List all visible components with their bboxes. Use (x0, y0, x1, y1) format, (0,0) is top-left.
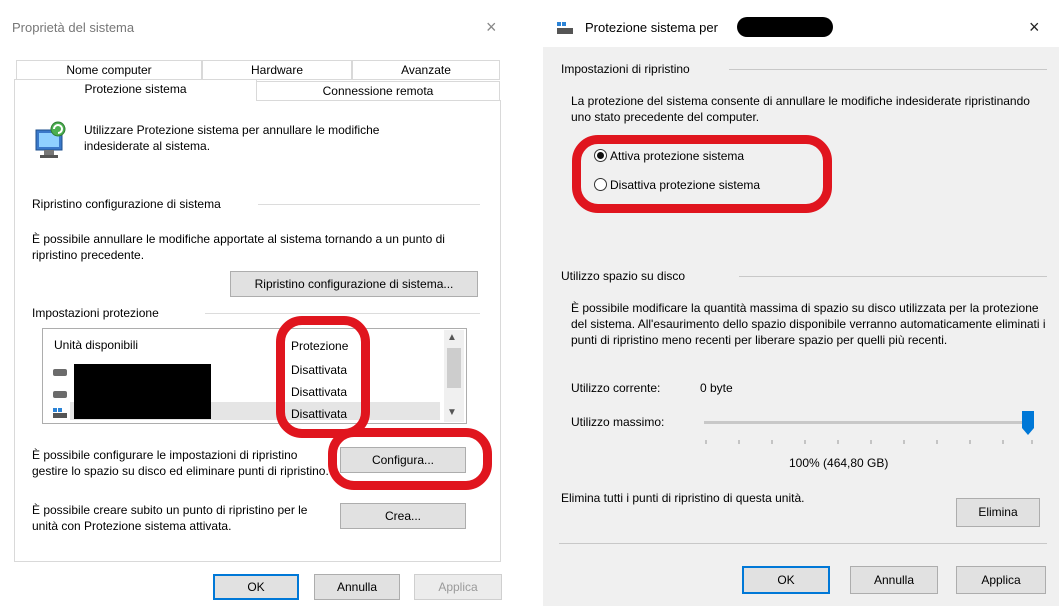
max-usage-value: 100% (464,80 GB) (789, 456, 889, 470)
windows-drive-icon (53, 407, 67, 418)
max-usage-label: Utilizzo massimo: (571, 415, 665, 429)
create-button[interactable]: Crea... (340, 503, 466, 529)
system-properties-window: Proprietà del sistema × Nome computer Ha… (0, 0, 513, 606)
system-protection-dialog: Protezione sistema per × Impostazioni di… (543, 0, 1059, 606)
drive-icon (53, 369, 67, 376)
disk-usage-divider (739, 276, 1047, 277)
protection-column-header: Protezione (291, 339, 349, 353)
configure-button[interactable]: Configura... (340, 447, 466, 473)
delete-button[interactable]: Elimina (956, 498, 1040, 527)
redacted-drive-names (74, 364, 211, 419)
enable-protection-label[interactable]: Attiva protezione sistema (610, 148, 744, 164)
cancel-button[interactable]: Annulla (314, 574, 400, 600)
apply-button[interactable]: Applica (956, 566, 1046, 594)
ok-button[interactable]: OK (213, 574, 299, 600)
max-usage-slider-thumb[interactable] (1022, 411, 1034, 435)
close-icon[interactable]: × (486, 18, 497, 36)
tab-advanced[interactable]: Avanzate (352, 60, 500, 80)
configure-description: È possibile configurare le impostazioni … (32, 448, 329, 478)
delete-description: Elimina tutti i punti di ripristino di q… (561, 491, 805, 505)
redacted-drive-name (737, 17, 833, 37)
create-description: È possibile creare subito un punto di ri… (32, 503, 308, 533)
drive-protection-status: Disattivata (291, 363, 348, 377)
footer-divider (559, 543, 1047, 544)
scroll-thumb[interactable] (447, 348, 461, 388)
restore-settings-label: Impostazioni di ripristino (561, 62, 690, 76)
drives-column-header: Unità disponibili (54, 338, 139, 352)
restore-description: È possibile annullare le modifiche appor… (32, 232, 445, 262)
tab-remote-connection[interactable]: Connessione remota (256, 81, 500, 101)
dialog-title: Protezione sistema per (585, 20, 718, 35)
disable-protection-radio[interactable] (594, 178, 607, 191)
close-icon[interactable]: × (1029, 18, 1040, 36)
restore-section-divider (258, 204, 480, 205)
restore-section-label: Ripristino configurazione di sistema (32, 197, 221, 211)
tab-hardware[interactable]: Hardware (202, 60, 352, 80)
intro-text: Utilizzare Protezione sistema per annull… (84, 123, 380, 153)
window-separator (513, 0, 543, 606)
system-protection-icon (32, 120, 70, 160)
restore-settings-description: La protezione del sistema consente di an… (571, 94, 1030, 124)
enable-protection-radio[interactable] (594, 149, 607, 162)
apply-button[interactable]: Applica (414, 574, 502, 600)
system-protection-icon (557, 22, 573, 34)
drive-protection-status: Disattivata (291, 385, 348, 399)
protection-section-divider (205, 313, 480, 314)
window-title: Proprietà del sistema (12, 20, 135, 35)
disk-usage-label: Utilizzo spazio su disco (561, 269, 686, 283)
disk-usage-description: È possibile modificare la quantità massi… (571, 301, 1046, 347)
protection-section-label: Impostazioni protezione (32, 306, 159, 320)
max-usage-slider-track[interactable] (704, 421, 1034, 424)
slider-ticks (704, 434, 1034, 444)
scroll-down-icon[interactable]: ▼ (447, 407, 457, 418)
disable-protection-label[interactable]: Disattiva protezione sistema (610, 177, 760, 193)
current-usage-label: Utilizzo corrente: (571, 381, 661, 395)
cancel-button[interactable]: Annulla (850, 566, 938, 594)
drive-protection-status: Disattivata (291, 407, 348, 421)
current-usage-value: 0 byte (700, 381, 733, 395)
restore-settings-divider (729, 69, 1047, 70)
tab-computer-name[interactable]: Nome computer (16, 60, 202, 80)
ok-button[interactable]: OK (742, 566, 830, 594)
system-restore-button[interactable]: Ripristino configurazione di sistema... (230, 271, 478, 297)
tab-system-protection[interactable]: Protezione sistema (14, 79, 257, 101)
scroll-up-icon[interactable]: ▲ (447, 332, 457, 343)
drive-icon (53, 391, 67, 398)
